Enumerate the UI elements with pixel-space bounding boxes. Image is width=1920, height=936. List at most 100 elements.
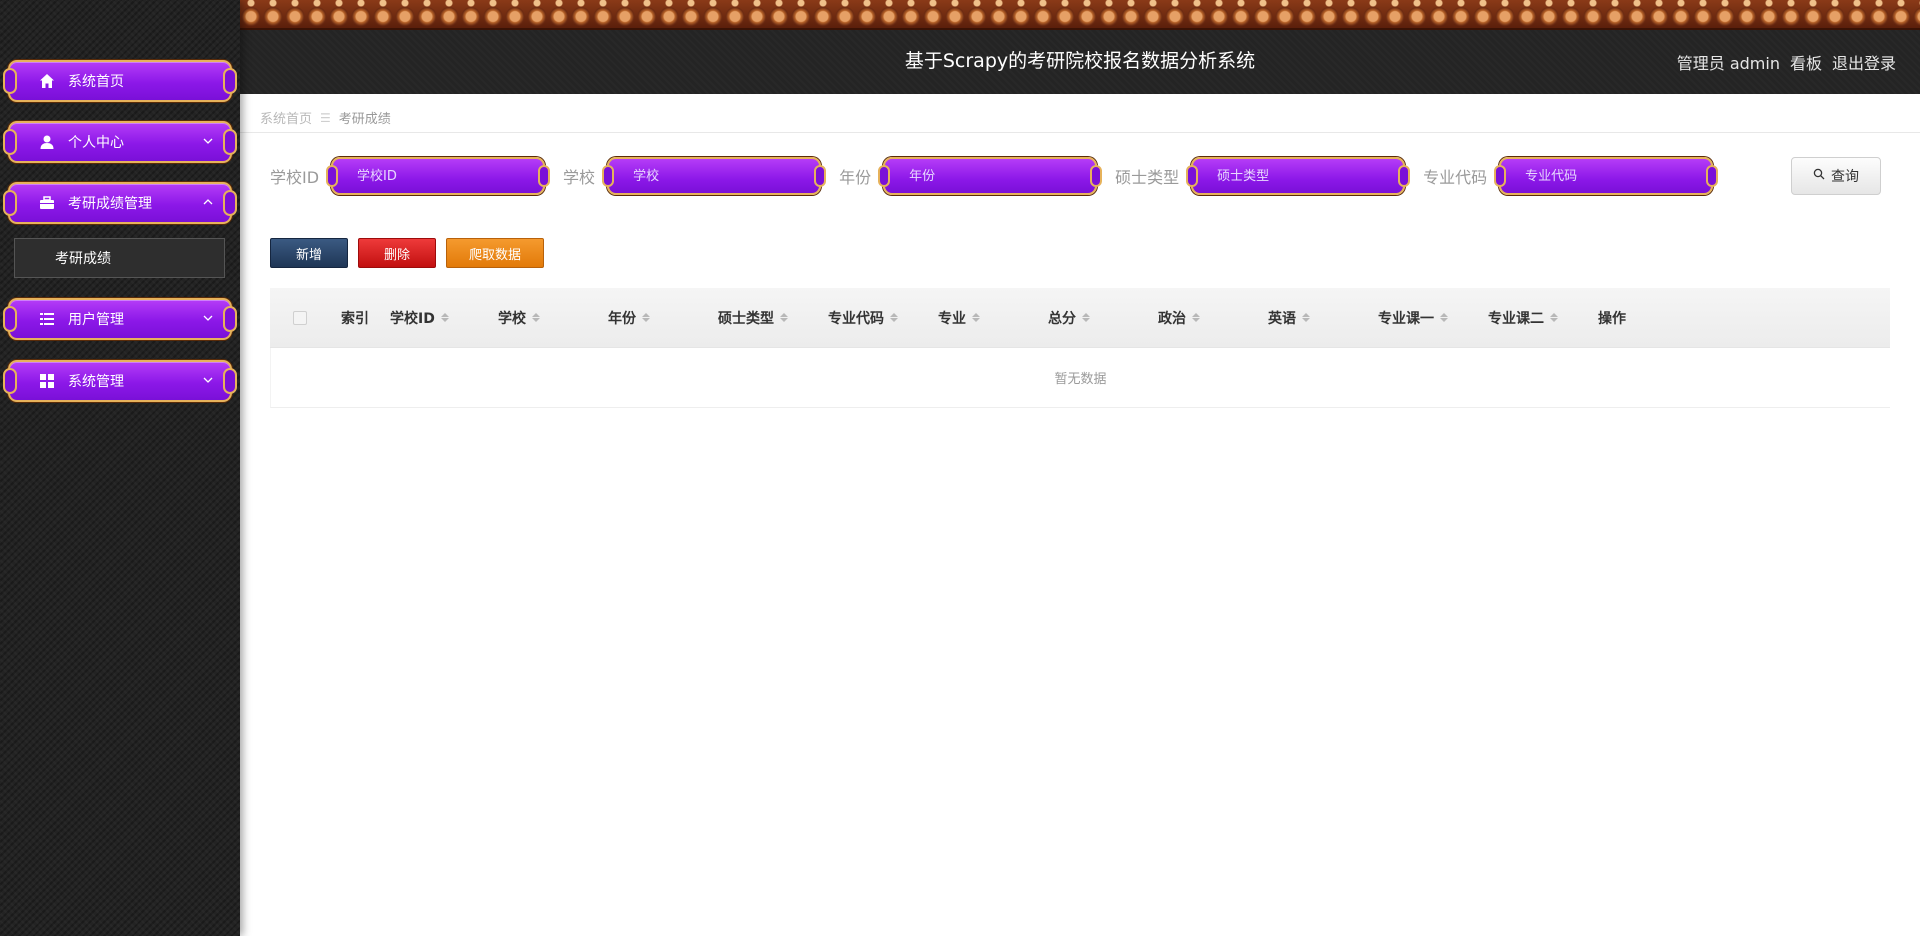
major-code-label: 专业代码 [1423,168,1488,187]
nav-knob-right [223,129,237,155]
chevron-down-icon [202,312,214,324]
major-code-field-wrapper [1494,157,1719,195]
column-header-major[interactable]: 专业 [930,308,1040,328]
nav-knob-right [223,368,237,394]
nav-knob-right [223,68,237,94]
add-button[interactable]: 新增 [270,238,348,268]
column-header-label: 专业代码 [828,310,884,327]
dashboard-link[interactable]: 看板 [1790,50,1822,74]
degree-type-input[interactable] [1193,159,1404,193]
input-knob-right [1706,165,1719,187]
school-field-wrapper [602,157,827,195]
column-header-school-id[interactable]: 学校ID [380,308,490,328]
sort-icon[interactable] [1082,313,1090,322]
home-icon [38,72,56,90]
briefcase-icon [38,194,56,212]
sidebar-subitem-scores[interactable]: 考研成绩 [14,238,225,278]
year-input[interactable] [885,159,1096,193]
breadcrumb: 系统首页 ☰ 考研成绩 [260,108,391,128]
school-id-label: 学校ID [270,168,320,187]
table-empty-state: 暂无数据 [270,348,1890,408]
breadcrumb-current: 考研成绩 [338,112,391,127]
column-header-label: 英语 [1268,310,1296,327]
column-header-label: 操作 [1598,310,1626,327]
column-header-school[interactable]: 学校 [490,308,600,328]
degree-type-label: 硕士类型 [1115,168,1180,187]
column-header-label: 硕士类型 [718,310,774,327]
sort-icon[interactable] [1550,313,1558,322]
sort-icon[interactable] [1302,313,1310,322]
school-id-field-wrapper [326,157,551,195]
breadcrumb-home[interactable]: 系统首页 [260,108,312,127]
search-button[interactable]: 查询 [1791,157,1881,195]
nav-knob-right [223,190,237,216]
column-header-label: 总分 [1048,310,1076,327]
delete-button[interactable]: 删除 [358,238,436,268]
chevron-down-icon [202,374,214,386]
sidebar-item-label: 个人中心 [68,135,124,151]
column-header-year[interactable]: 年份 [600,308,710,328]
sort-icon[interactable] [1440,313,1448,322]
header-user-area: 管理员 admin 看板 退出登录 [1677,50,1896,74]
column-header-politics[interactable]: 政治 [1150,308,1260,328]
input-knob-left [326,165,339,187]
sort-icon[interactable] [890,313,898,322]
column-header-english[interactable]: 英语 [1260,308,1370,328]
nav-knob-right [223,306,237,332]
decorative-bead-strip [240,0,1920,30]
breadcrumb-separator-icon: ☰ [320,110,331,125]
sidebar-item-user-management[interactable]: 用户管理 [3,298,237,340]
major-code-input[interactable] [1501,159,1712,193]
sort-icon[interactable] [440,313,449,322]
nav-knob-left [3,129,17,155]
column-header-major-course-1[interactable]: 专业课一 [1370,308,1480,328]
sort-icon[interactable] [1192,313,1200,322]
sort-icon[interactable] [972,313,980,322]
column-header-label: 政治 [1158,310,1186,327]
column-header-total-score[interactable]: 总分 [1040,308,1150,328]
sort-icon[interactable] [532,313,540,322]
search-filter-row: 学校ID 学校 年份 硕士类型 专业代码 [270,156,1731,196]
school-id-input[interactable] [333,159,544,193]
search-icon [1813,168,1825,184]
sort-icon[interactable] [780,313,788,322]
sidebar-item-home[interactable]: 系统首页 [3,60,237,102]
scores-table: 索引 学校ID 学校 年份 硕士类型 专业代码 专业 总分 政治 英语 专业课一… [270,288,1890,408]
crawl-data-button[interactable]: 爬取数据 [446,238,544,268]
sidebar-item-system-management[interactable]: 系统管理 [3,360,237,402]
sidebar-item-label: 考研成绩管理 [68,196,152,212]
app-title: 基于Scrapy的考研院校报名数据分析系统 [904,50,1256,72]
chevron-up-icon [202,196,214,208]
column-header-label: 学校 [498,310,526,327]
sidebar-item-profile[interactable]: 个人中心 [3,121,237,163]
column-header-label: 专业课一 [1378,310,1434,327]
input-knob-right [814,165,827,187]
input-knob-left [878,165,891,187]
year-field-wrapper [878,157,1103,195]
sidebar-subitem-label: 考研成绩 [55,251,111,267]
search-button-label: 查询 [1831,169,1859,185]
current-user-label: 管理员 admin [1676,54,1780,73]
nav-knob-left [3,68,17,94]
column-header-label: 专业课二 [1488,310,1544,327]
sort-icon[interactable] [642,313,650,322]
input-knob-left [1494,165,1507,187]
input-knob-right [1398,165,1411,187]
top-header: 基于Scrapy的考研院校报名数据分析系统 管理员 admin 看板 退出登录 [240,0,1920,94]
user-icon [38,133,56,151]
column-header-label: 索引 [341,310,369,327]
chevron-down-icon [202,135,214,147]
logout-link[interactable]: 退出登录 [1832,50,1896,74]
column-header-actions: 操作 [1590,308,1700,328]
column-header-major-course-2[interactable]: 专业课二 [1480,308,1590,328]
input-knob-left [602,165,615,187]
sidebar-item-score-management[interactable]: 考研成绩管理 [3,182,237,224]
column-header-major-code[interactable]: 专业代码 [820,308,930,328]
nav-knob-left [3,190,17,216]
school-input[interactable] [609,159,820,193]
column-header-index: 索引 [330,308,380,328]
select-all-checkbox[interactable] [293,310,307,325]
sidebar-item-label: 用户管理 [68,312,124,328]
degree-type-field-wrapper [1186,157,1411,195]
column-header-degree-type[interactable]: 硕士类型 [710,308,820,328]
